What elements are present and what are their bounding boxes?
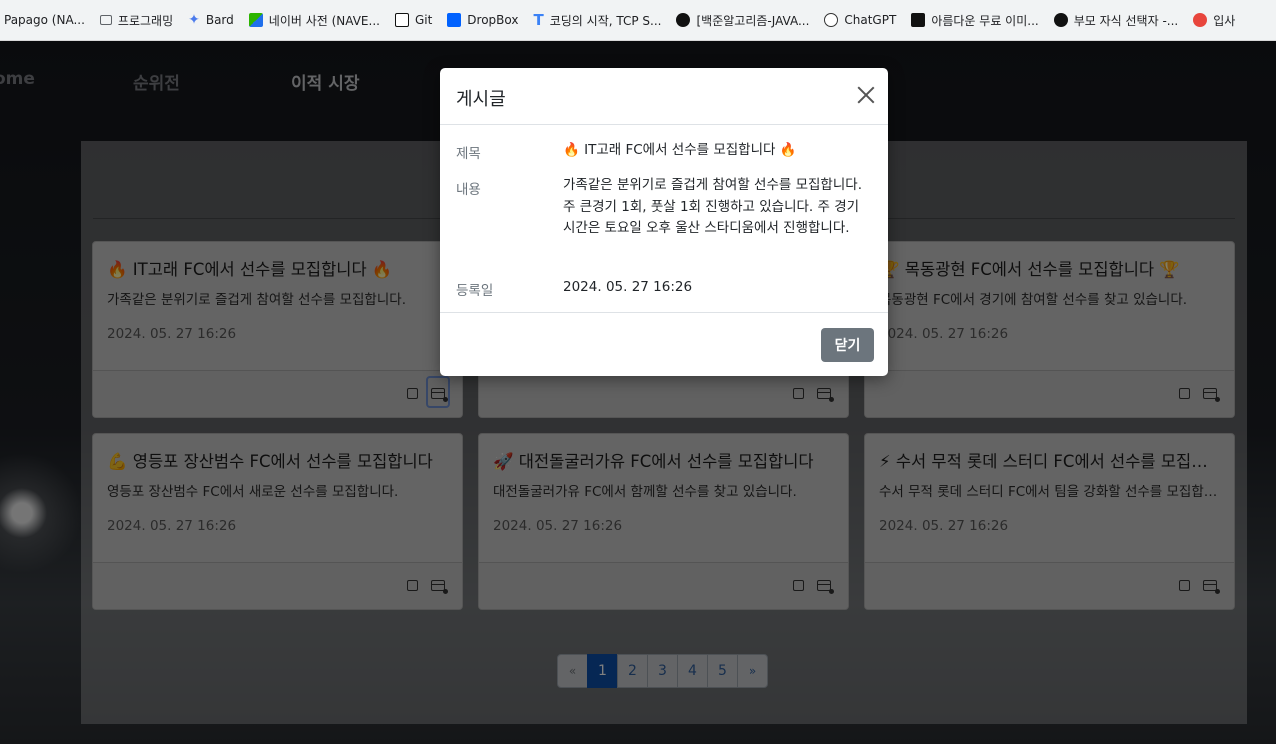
bookmark-label: 네이버 사전 (NAVE...: [268, 13, 380, 28]
folder-icon: [99, 15, 112, 25]
bookmarks-bar: Papago (NA... 프로그래밍 ✦ Bard 네이버 사전 (NAVE..…: [0, 0, 1276, 41]
post-content-value: 가족같은 분위기로 즐겁게 참여할 선수를 모집합니다. 주 큰경기 1회, 풋…: [563, 177, 862, 236]
modal-title: 게시글: [456, 89, 506, 110]
tcp-school-icon: T: [533, 11, 544, 29]
dropbox-icon: [447, 13, 462, 27]
bookmark-chatgpt[interactable]: ChatGPT: [824, 13, 896, 27]
title-label: 제목: [456, 146, 481, 162]
post-title-value: 🔥 IT고래 FC에서 선수를 모집합니다 🔥: [563, 142, 797, 158]
bookmark-baekjoon[interactable]: [백준알고리즘-JAVA...: [676, 12, 809, 29]
baekjoon-icon: [676, 13, 691, 27]
close-button[interactable]: 닫기: [821, 328, 874, 362]
red-circle-icon: [1193, 13, 1208, 27]
bookmark-naver-dict[interactable]: 네이버 사전 (NAVE...: [248, 12, 380, 29]
bookmark-label: 코딩의 시작, TCP S...: [549, 13, 662, 28]
bookmark-label: [백준알고리즘-JAVA...: [696, 13, 810, 28]
bookmark-label: 아름다운 무료 이미...: [931, 13, 1039, 28]
bookmark-label: Git: [414, 13, 433, 27]
bookmark-job[interactable]: 입사: [1193, 12, 1235, 29]
bookmark-label: Papago (NA...: [4, 13, 85, 27]
post-date-value: 2024. 05. 27 16:26: [563, 279, 693, 295]
bookmark-dropbox[interactable]: DropBox: [447, 13, 518, 27]
bard-icon: ✦: [188, 12, 200, 28]
bookmark-label: ChatGPT: [844, 13, 897, 27]
bookmark-git[interactable]: Git: [394, 13, 433, 27]
post-detail-modal: 게시글 제목 🔥 IT고래 FC에서 선수를 모집합니다 🔥 내용 가족같은 분…: [440, 68, 888, 376]
bookmark-css-selector[interactable]: 부모 자식 선택자 -...: [1053, 12, 1179, 29]
bookmark-bard[interactable]: ✦ Bard: [188, 12, 234, 28]
bookmark-label: 입사: [1213, 13, 1236, 28]
bookmark-label: DropBox: [467, 13, 519, 27]
modal-header: 게시글: [440, 68, 888, 125]
bookmark-tcp-school[interactable]: T 코딩의 시작, TCP S...: [533, 11, 661, 29]
bookmark-papago[interactable]: Papago (NA...: [4, 13, 85, 27]
content-label: 내용: [456, 182, 481, 198]
unsplash-icon: [911, 13, 926, 27]
bookmark-label: 프로그래밍: [117, 13, 174, 28]
date-label: 등록일: [456, 283, 494, 299]
bookmark-label: Bard: [205, 13, 234, 27]
modal-footer: 닫기: [440, 312, 888, 376]
circle-icon: [1053, 13, 1068, 27]
notion-icon: [394, 13, 409, 27]
bookmark-free-images[interactable]: 아름다운 무료 이미...: [911, 12, 1039, 29]
bookmark-label: 부모 자식 선택자 -...: [1073, 13, 1179, 28]
naver-dict-icon: [248, 13, 263, 27]
chatgpt-icon: [824, 13, 839, 27]
bookmark-programming-folder[interactable]: 프로그래밍: [99, 12, 174, 29]
close-icon[interactable]: [856, 85, 876, 105]
